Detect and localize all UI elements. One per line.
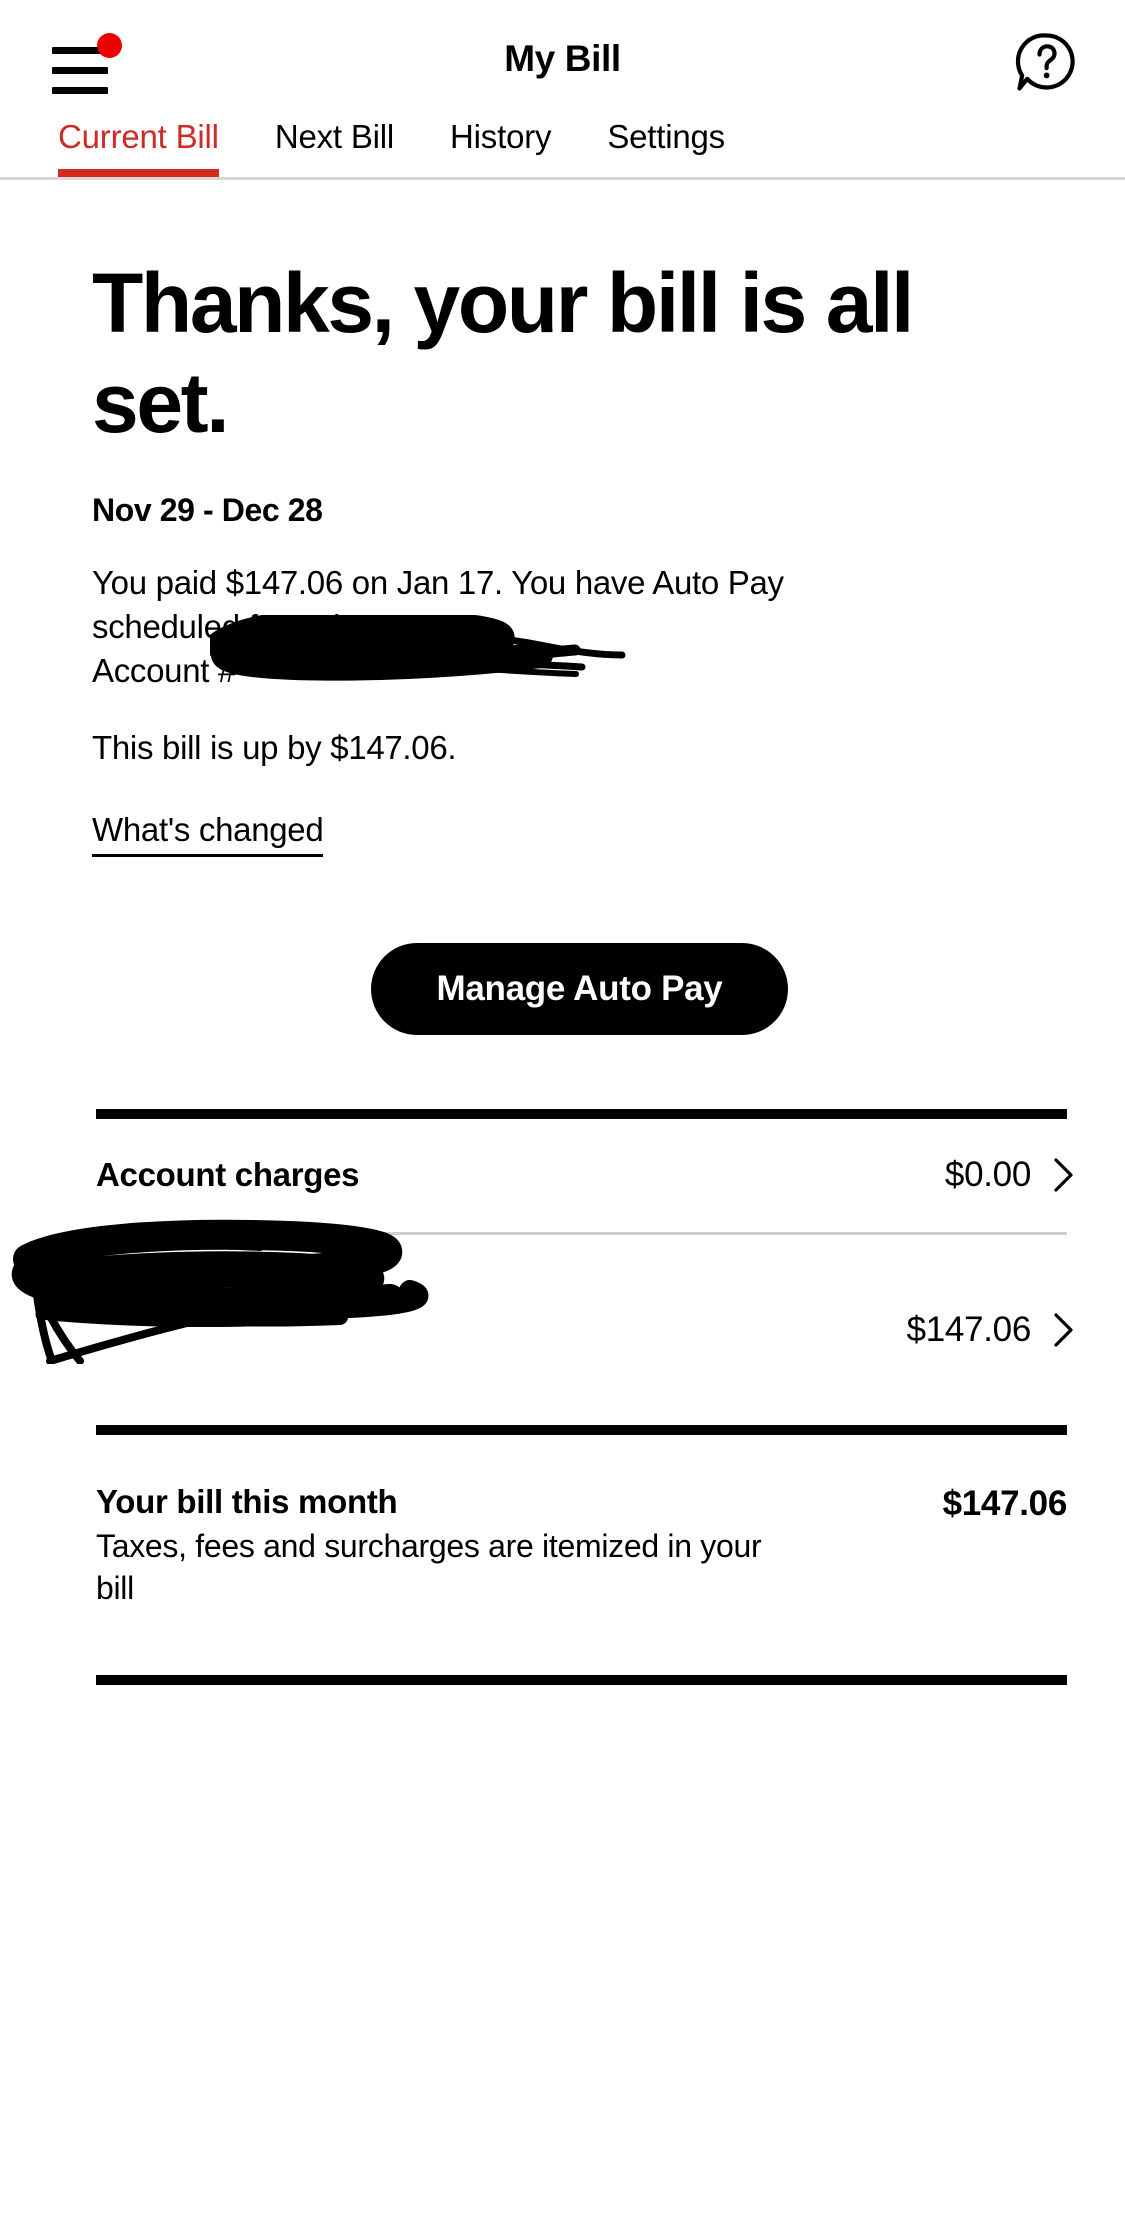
tab-next-bill[interactable]: Next Bill <box>275 118 394 174</box>
cta-row: Manage Auto Pay <box>92 942 1067 1035</box>
divider-thick-bottom <box>96 1675 1067 1685</box>
tab-settings-label: Settings <box>607 118 725 155</box>
tab-next-bill-label: Next Bill <box>274 118 395 155</box>
chevron-right-icon <box>1054 1158 1073 1192</box>
app-header: My Bill <box>0 0 1125 118</box>
line-item-redaction-scribble <box>11 1219 429 1364</box>
page-title: My Bill <box>504 38 621 79</box>
hamburger-menu-button[interactable] <box>52 33 122 96</box>
charge-label: Account charges <box>96 1156 360 1194</box>
hamburger-line-bottom <box>52 87 108 94</box>
account-number-label: Account # <box>92 651 237 689</box>
manage-auto-pay-button[interactable]: Manage Auto Pay <box>370 942 789 1035</box>
charge-amount: $0.00 <box>944 1155 1031 1195</box>
help-question-bubble-icon <box>1015 33 1075 91</box>
charge-amount: $147.06 <box>906 1309 1032 1349</box>
bill-change-text: This bill is up by $147.06. <box>92 728 457 766</box>
tab-settings[interactable]: Settings <box>607 118 725 174</box>
bill-tabbar: Current Bill Next Bill History Settings <box>0 118 1125 180</box>
divider-thick-middle <box>96 1424 1067 1435</box>
bill-summary-note: Taxes, fees and surcharges are itemized … <box>96 1527 762 1606</box>
help-button[interactable] <box>1013 30 1077 94</box>
payment-status-text: You paid $147.06 on Jan 17. You have Aut… <box>92 563 784 645</box>
chevron-right-icon <box>1054 1312 1073 1347</box>
charge-row-account-charges[interactable]: Account charges $0.00 <box>0 1119 1125 1232</box>
divider-thick-top <box>96 1108 1067 1119</box>
account-number-row: Account # <box>92 614 1067 693</box>
tab-history[interactable]: History <box>450 118 551 174</box>
tab-current-bill[interactable]: Current Bill <box>58 118 219 177</box>
tab-current-bill-label: Current Bill <box>58 118 219 155</box>
tab-history-label: History <box>450 118 552 155</box>
hamburger-line-middle <box>52 67 108 74</box>
notification-dot-icon <box>97 33 122 58</box>
bill-summary-title: Your bill this month <box>96 1482 398 1520</box>
charge-row-redacted[interactable]: $147.06 <box>0 1219 1125 1425</box>
billing-cycle-range: Nov 29 - Dec 28 <box>92 491 323 528</box>
whats-changed-link[interactable]: What's changed <box>92 811 324 857</box>
bill-content: Thanks, your bill is all set. Nov 29 - D… <box>0 180 1125 1035</box>
bill-summary: Your bill this month Taxes, fees and sur… <box>0 1435 1125 1609</box>
charge-right-group: $147.06 <box>907 1310 1075 1350</box>
charge-right-group: $0.00 <box>945 1155 1075 1195</box>
bill-summary-left: Your bill this month Taxes, fees and sur… <box>96 1483 796 1609</box>
bill-summary-amount: $147.06 <box>942 1483 1068 1523</box>
hero-title: Thanks, your bill is all set. <box>92 256 914 450</box>
